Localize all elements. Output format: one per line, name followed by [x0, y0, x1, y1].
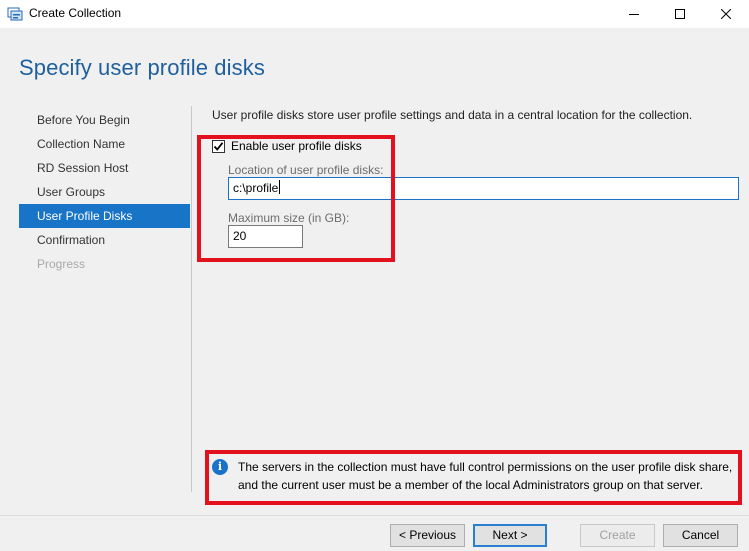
info-line-1: The servers in the collection must have … — [238, 460, 733, 474]
minimize-button[interactable] — [611, 0, 657, 28]
max-size-label: Maximum size (in GB): — [228, 211, 350, 225]
window-title: Create Collection — [29, 6, 122, 20]
minimize-icon — [629, 9, 639, 19]
title-bar: Create Collection — [0, 0, 749, 28]
info-message: The servers in the collection must have … — [238, 458, 733, 494]
max-size-input[interactable]: 20 — [228, 225, 303, 248]
page-title: Specify user profile disks — [19, 55, 265, 80]
enable-upd-checkbox-row[interactable]: Enable user profile disks — [212, 139, 362, 153]
location-input[interactable]: c:\profile — [228, 177, 739, 200]
nav-item-user-groups[interactable]: User Groups — [19, 180, 190, 204]
maximize-button[interactable] — [657, 0, 703, 28]
close-icon — [721, 9, 731, 19]
maximize-icon — [675, 9, 685, 19]
page-description: User profile disks store user profile se… — [212, 108, 693, 122]
close-button[interactable] — [703, 0, 749, 28]
nav-item-before-you-begin[interactable]: Before You Begin — [19, 108, 190, 132]
nav-item-progress: Progress — [37, 257, 86, 271]
cancel-button[interactable]: Cancel — [663, 524, 738, 547]
info-icon: i — [212, 459, 228, 475]
info-line-2: and the current user must be a member of… — [238, 478, 703, 492]
create-button: Create — [580, 524, 655, 547]
nav-item-collection-name[interactable]: Collection Name — [19, 132, 190, 156]
enable-upd-label: Enable user profile disks — [231, 139, 362, 153]
server-manager-icon — [7, 6, 23, 22]
nav-divider — [191, 106, 192, 492]
enable-upd-checkbox[interactable] — [212, 139, 225, 153]
location-label: Location of user profile disks: — [228, 163, 384, 177]
wizard-nav: Before You Begin Collection Name RD Sess… — [19, 108, 190, 276]
nav-item-rd-session-host[interactable]: RD Session Host — [19, 156, 190, 180]
text-caret — [279, 180, 281, 194]
next-button[interactable]: Next > — [473, 524, 547, 547]
previous-button[interactable]: < Previous — [390, 524, 465, 547]
nav-item-user-profile-disks[interactable]: User Profile Disks — [19, 204, 190, 228]
max-size-value: 20 — [233, 229, 247, 243]
nav-item-confirmation[interactable]: Confirmation — [19, 228, 190, 252]
checkmark-icon — [213, 141, 224, 151]
location-value: c:\profile — [233, 181, 279, 195]
